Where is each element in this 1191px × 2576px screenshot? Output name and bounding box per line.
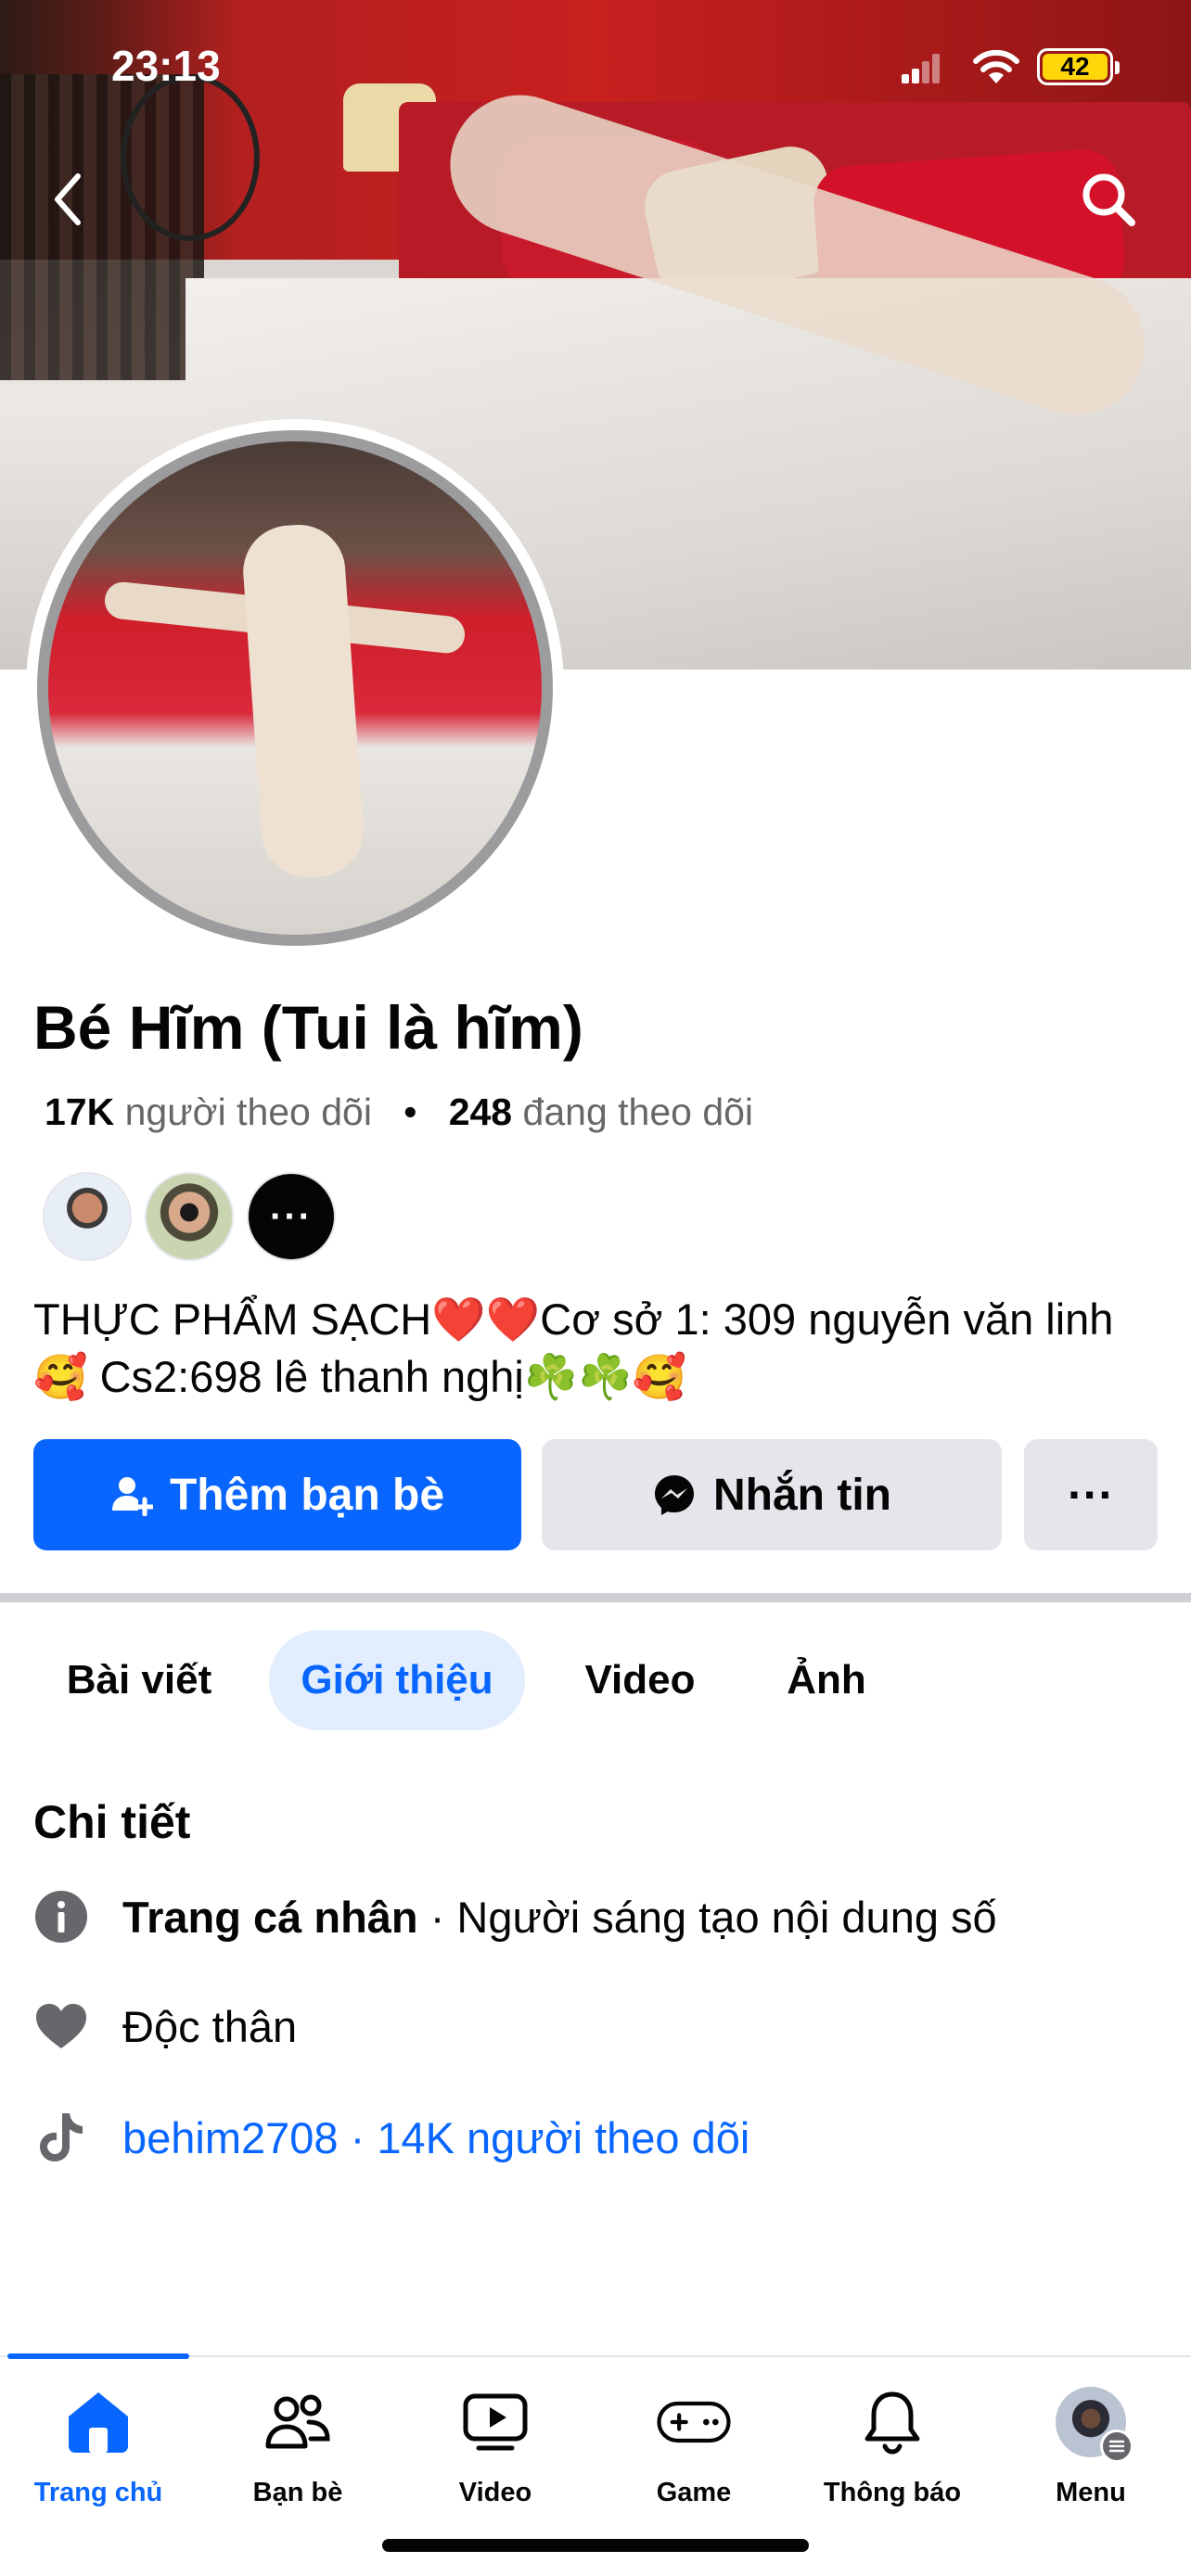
menu-hamburger-icon: [1100, 2429, 1133, 2463]
section-divider: [0, 1593, 1191, 1602]
video-icon: [458, 2385, 532, 2459]
more-friends-button[interactable]: ···: [247, 1172, 336, 1261]
nav-menu-label: Menu: [1056, 2478, 1126, 2507]
battery-icon: 42: [1037, 48, 1120, 85]
page-type-label: Trang cá nhân: [122, 1892, 418, 1942]
signal-icon: [902, 54, 940, 83]
more-options-button[interactable]: ···: [1024, 1439, 1158, 1550]
heart-icon: [33, 1998, 89, 2054]
friends-icon: [261, 2385, 335, 2459]
status-bar: 23:13 42: [0, 0, 1191, 130]
tiktok-icon: [33, 2110, 89, 2165]
battery-level: 42: [1043, 52, 1108, 81]
detail-tiktok[interactable]: behim2708 · 14K người theo dõi: [33, 2105, 1165, 2170]
nav-game-label: Game: [656, 2478, 732, 2507]
add-friend-button[interactable]: Thêm bạn bè: [33, 1439, 521, 1550]
friend-avatar[interactable]: [43, 1172, 132, 1261]
add-friend-icon: [111, 1477, 153, 1516]
followers-count[interactable]: 17K: [45, 1090, 114, 1133]
message-button[interactable]: Nhắn tin: [542, 1439, 1002, 1550]
detail-page-type: Trang cá nhân · Người sáng tạo nội dung …: [33, 1884, 1165, 1949]
relationship-status: Độc thân: [122, 2001, 298, 2051]
nav-video-label: Video: [458, 2478, 532, 2507]
details-title: Chi tiết: [33, 1796, 191, 1848]
add-friend-label: Thêm bạn bè: [169, 1470, 445, 1520]
stats-separator: •: [403, 1090, 417, 1133]
nav-home-label: Trang chủ: [33, 2478, 163, 2507]
active-tab-indicator: [7, 2353, 189, 2359]
tab-video[interactable]: Video: [557, 1630, 724, 1730]
following-label[interactable]: đang theo dõi: [523, 1090, 754, 1133]
back-arrow-icon[interactable]: [41, 167, 96, 232]
messenger-icon: [655, 1475, 694, 1515]
bell-icon: [855, 2385, 929, 2459]
nav-home[interactable]: Trang chủ: [6, 2385, 191, 2508]
nav-notifications-label: Thông báo: [823, 2478, 962, 2507]
nav-menu[interactable]: Menu: [998, 2385, 1184, 2508]
followers-label[interactable]: người theo dõi: [125, 1090, 372, 1133]
page-type-value: · Người sáng tạo nội dung số: [417, 1892, 997, 1942]
message-label: Nhắn tin: [713, 1470, 891, 1520]
nav-notifications[interactable]: Thông báo: [800, 2385, 985, 2508]
home-icon: [61, 2385, 135, 2459]
nav-friends-label: Bạn bè: [252, 2478, 343, 2507]
wifi-icon: [973, 49, 1019, 83]
tab-posts[interactable]: Bài viết: [41, 1630, 237, 1730]
tab-photos[interactable]: Ảnh: [757, 1630, 896, 1730]
profile-bio: THỰC PHẨM SẠCH❤️❤️Cơ sở 1: 309 nguyễn vă…: [33, 1294, 1114, 1401]
mutual-friends-row[interactable]: ···: [43, 1172, 336, 1263]
menu-avatar: [1056, 2387, 1133, 2463]
nav-video[interactable]: Video: [403, 2385, 588, 2508]
following-count[interactable]: 248: [449, 1090, 512, 1133]
home-indicator: [382, 2539, 809, 2552]
tiktok-link[interactable]: behim2708 · 14K người theo dõi: [122, 2112, 749, 2163]
follow-stats: 17K người theo dõi • 248 đang theo dõi: [45, 1090, 753, 1134]
nav-friends[interactable]: Bạn bè: [205, 2385, 391, 2508]
status-time: 23:13: [111, 42, 221, 90]
profile-name: Bé Hĩm (Tui là hĩm): [33, 993, 583, 1062]
profile-avatar[interactable]: [37, 430, 553, 946]
nav-game[interactable]: Game: [601, 2385, 787, 2508]
search-icon[interactable]: [1076, 167, 1141, 232]
detail-relationship: Độc thân: [33, 1994, 1165, 2059]
tab-about[interactable]: Giới thiệu: [269, 1630, 525, 1730]
info-icon: [33, 1889, 89, 1945]
friend-avatar[interactable]: [145, 1172, 234, 1261]
gamepad-icon: [657, 2385, 731, 2459]
